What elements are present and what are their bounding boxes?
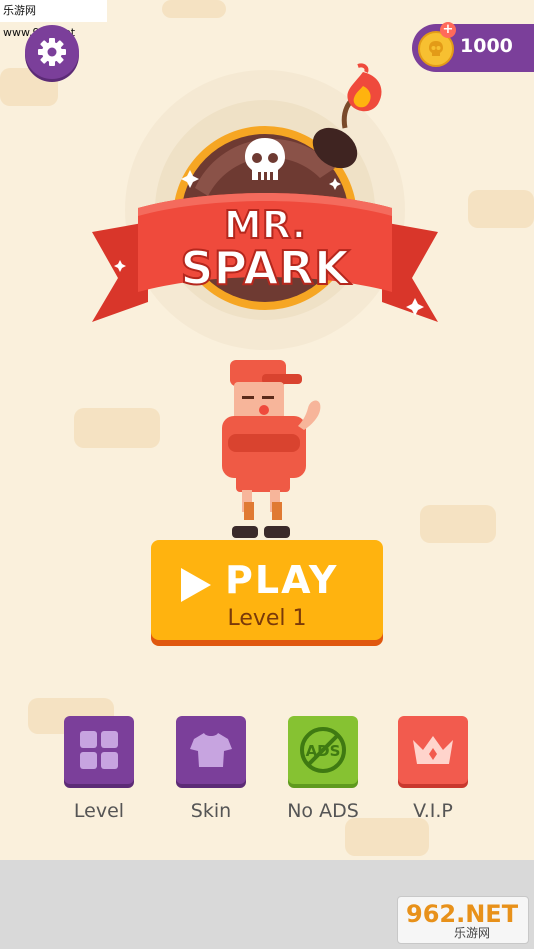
play-button[interactable]: PLAY Level 1 (151, 540, 383, 640)
watermark-logo-sub: 乐游网 (454, 926, 491, 940)
play-label: PLAY (225, 558, 339, 602)
mr-spark-character (222, 360, 321, 538)
gear-icon (38, 38, 66, 66)
crown-icon (413, 736, 453, 764)
shirt-icon (190, 733, 232, 767)
level-button-label: Level (73, 800, 125, 822)
no-ads-button[interactable]: ADS (288, 716, 358, 784)
watermark-logo: 962.NET 乐游网 (397, 896, 529, 944)
fuse-flame-icon (347, 63, 382, 112)
no-ads-icon: ADS (300, 727, 346, 773)
title-line-2: SPARK (180, 241, 352, 295)
vip-button[interactable] (398, 716, 468, 784)
level-select-button[interactable] (64, 716, 134, 784)
watermark-top: 乐游网 www.962.net (0, 0, 107, 39)
game-logo: MR. SPARK (92, 63, 438, 350)
skin-button-label: Skin (190, 800, 232, 822)
background-brick (162, 0, 226, 18)
background-brick (468, 190, 534, 228)
grid-icon (80, 731, 118, 769)
no-ads-button-label: No ADS (287, 800, 359, 822)
background-brick (420, 505, 496, 543)
vip-button-label: V.I.P (413, 800, 453, 822)
skin-button[interactable] (176, 716, 246, 784)
current-level-label: Level 1 (227, 606, 307, 631)
coin-count: 1000 (460, 35, 513, 57)
play-icon (181, 568, 211, 602)
background-brick (74, 408, 160, 448)
add-coins-button[interactable]: + (440, 22, 456, 38)
background-brick (345, 818, 429, 856)
settings-button[interactable] (25, 25, 79, 79)
